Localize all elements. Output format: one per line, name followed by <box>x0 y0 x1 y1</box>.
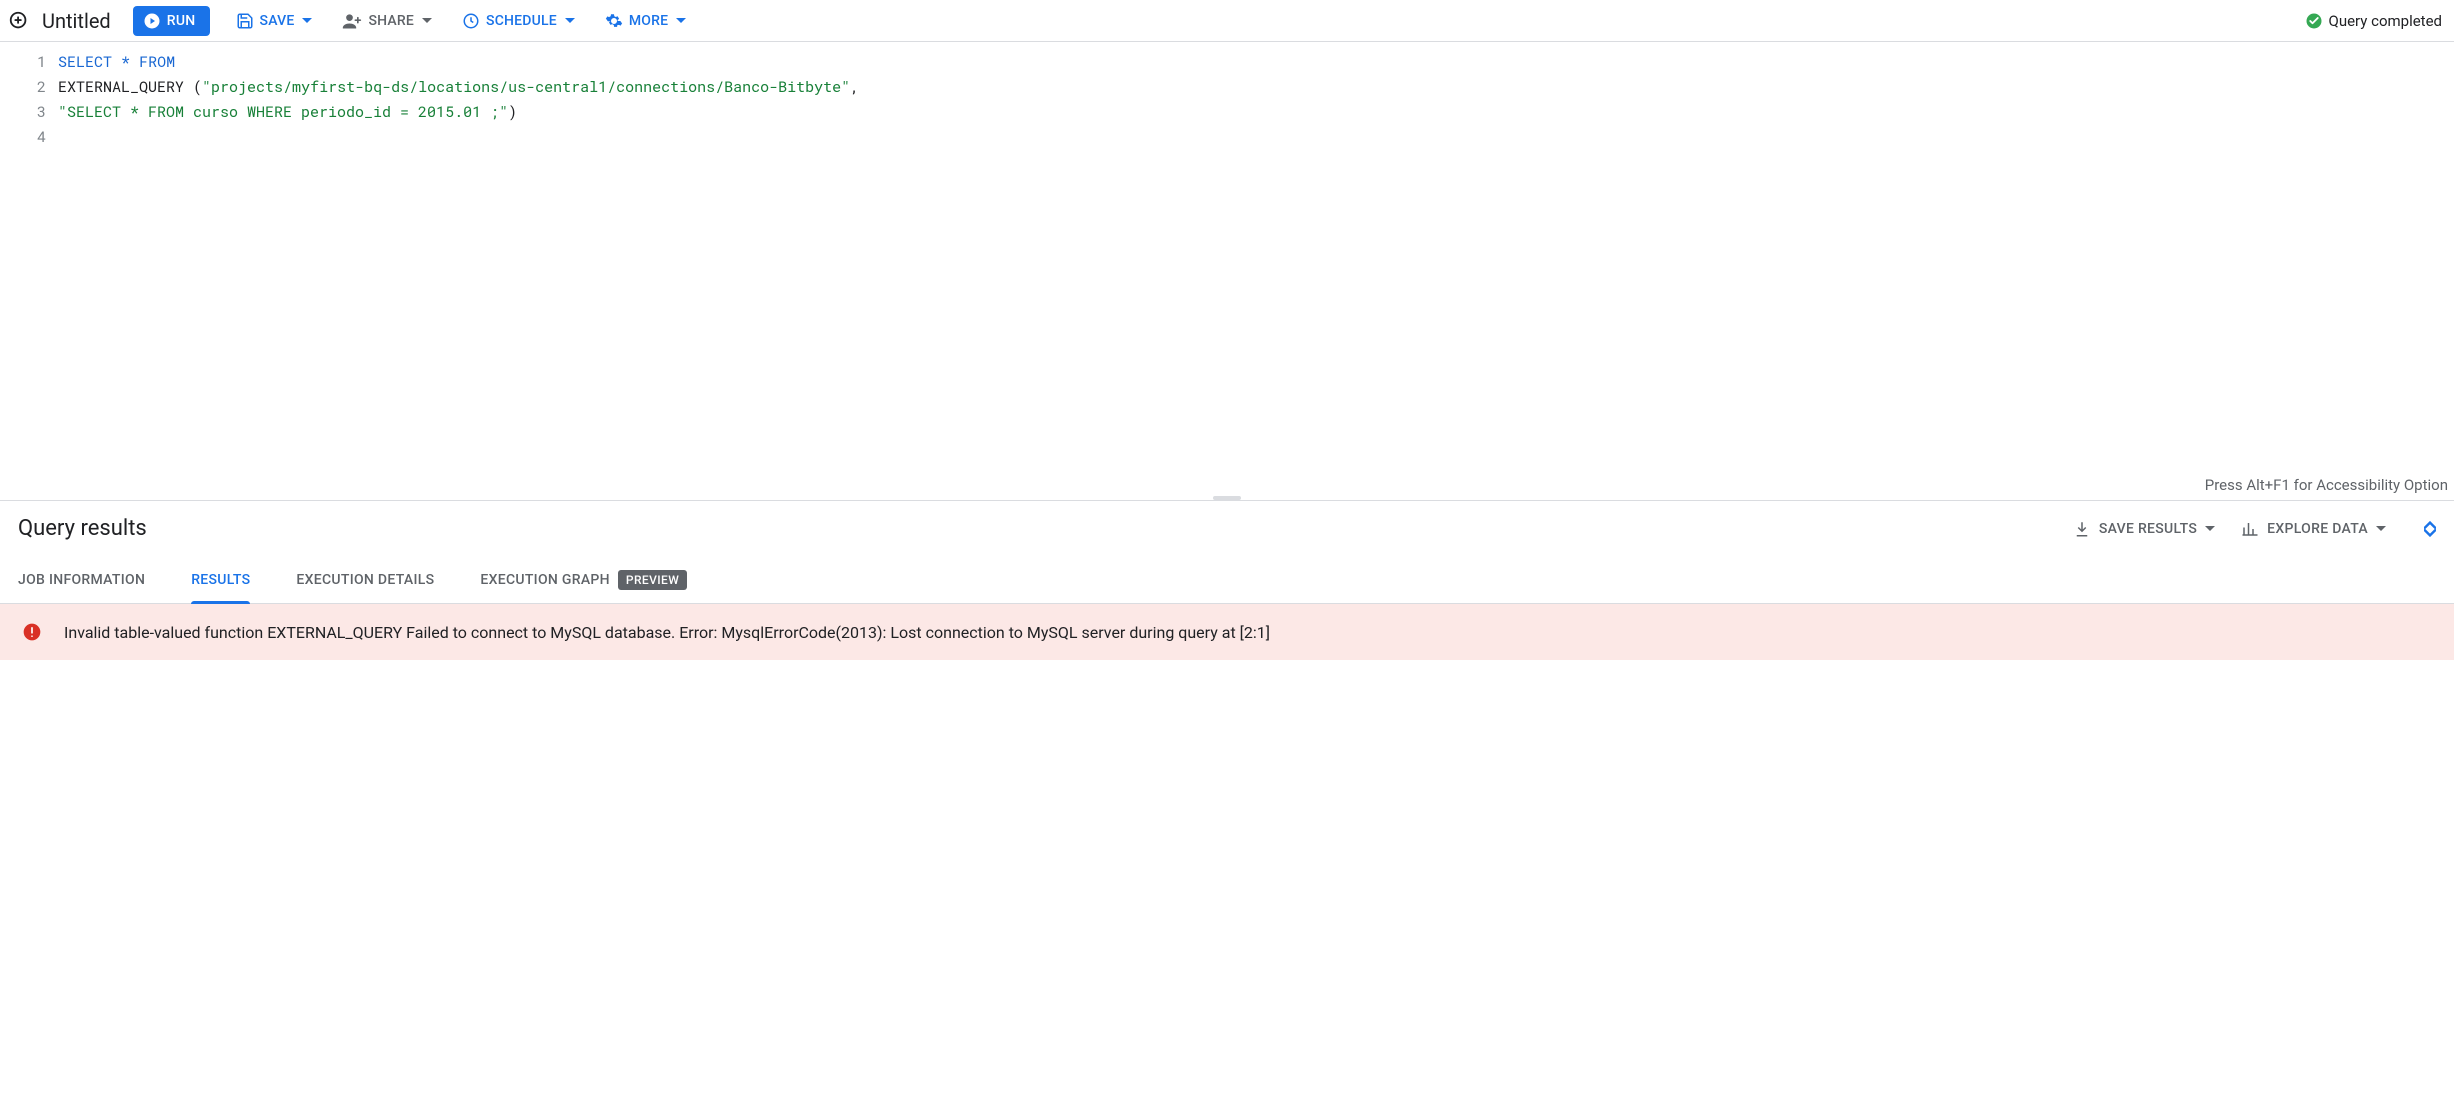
save-results-label: SAVE RESULTS <box>2099 521 2197 537</box>
error-icon <box>22 622 42 642</box>
tab-execution-details[interactable]: EXECUTION DETAILS <box>296 556 434 603</box>
save-label: SAVE <box>260 13 295 29</box>
tab-label: JOB INFORMATION <box>18 572 145 588</box>
error-banner: Invalid table-valued function EXTERNAL_Q… <box>0 604 2454 660</box>
code-area[interactable]: SELECT * FROMEXTERNAL_QUERY ("projects/m… <box>58 42 2454 500</box>
tab-label: EXECUTION DETAILS <box>296 572 434 588</box>
share-icon <box>342 11 362 31</box>
tab-label: RESULTS <box>191 572 250 588</box>
run-button[interactable]: RUN <box>133 6 210 36</box>
check-circle-icon <box>2305 12 2323 30</box>
chevron-down-icon <box>676 16 686 26</box>
results-header: Query results SAVE RESULTS EXPLORE DATA <box>0 500 2454 556</box>
chevron-down-icon <box>2376 524 2386 534</box>
tab-execution-graph[interactable]: EXECUTION GRAPH PREVIEW <box>480 556 687 603</box>
status-text: Query completed <box>2329 12 2442 30</box>
run-label: RUN <box>167 13 196 29</box>
chevron-down-icon <box>302 16 312 26</box>
error-message: Invalid table-valued function EXTERNAL_Q… <box>64 623 1270 642</box>
gear-icon <box>605 12 623 30</box>
schedule-button[interactable]: SCHEDULE <box>458 6 579 36</box>
play-icon <box>143 12 161 30</box>
line-gutter: 1234 <box>0 42 58 500</box>
download-icon <box>2073 520 2091 538</box>
results-tabs: JOB INFORMATION RESULTS EXECUTION DETAIL… <box>0 556 2454 604</box>
save-button[interactable]: SAVE <box>232 6 317 36</box>
more-button[interactable]: MORE <box>601 6 690 36</box>
chart-icon <box>2241 520 2259 538</box>
results-heading: Query results <box>18 516 2047 541</box>
explore-data-label: EXPLORE DATA <box>2267 521 2368 537</box>
query-title-group: Untitled <box>8 9 111 33</box>
sql-editor[interactable]: 1234 SELECT * FROMEXTERNAL_QUERY ("proje… <box>0 42 2454 500</box>
save-icon <box>236 12 254 30</box>
save-results-button[interactable]: SAVE RESULTS <box>2073 520 2215 538</box>
query-icon <box>8 10 30 32</box>
share-label: SHARE <box>368 13 414 29</box>
query-toolbar: Untitled RUN SAVE SHARE SCHEDULE <box>0 0 2454 42</box>
preview-badge: PREVIEW <box>618 570 687 590</box>
resize-handle[interactable] <box>1213 496 1241 500</box>
explore-data-button[interactable]: EXPLORE DATA <box>2241 520 2386 538</box>
share-button[interactable]: SHARE <box>338 5 436 37</box>
chevron-down-icon <box>2205 524 2215 534</box>
clock-icon <box>462 12 480 30</box>
tab-label: EXECUTION GRAPH <box>480 572 610 588</box>
query-status: Query completed <box>2305 12 2442 30</box>
chevron-down-icon <box>565 16 575 26</box>
chevron-down-icon <box>422 16 432 26</box>
more-label: MORE <box>629 13 668 29</box>
a11y-hint: Press Alt+F1 for Accessibility Option <box>2205 473 2448 498</box>
query-name[interactable]: Untitled <box>42 9 111 33</box>
schedule-label: SCHEDULE <box>486 13 557 29</box>
expand-collapse-toggle[interactable] <box>2424 521 2436 537</box>
tab-results[interactable]: RESULTS <box>191 556 250 603</box>
tab-job-information[interactable]: JOB INFORMATION <box>18 556 145 603</box>
